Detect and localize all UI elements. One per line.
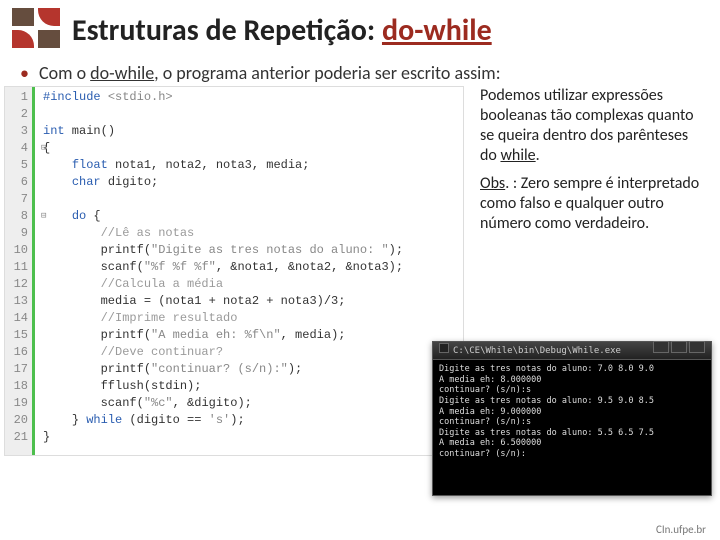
lineno: 5 (5, 157, 28, 174)
lineno: 13 (5, 293, 28, 310)
title-prefix: Estruturas de Repetição: (72, 12, 382, 49)
terminal-window: C:\CE\While\bin\Debug\While.exe Digite a… (432, 341, 712, 496)
code-token: , media); (281, 328, 346, 342)
code-token: printf( (101, 243, 151, 257)
code-token: printf( (101, 328, 151, 342)
code-token: main() (65, 124, 115, 138)
maximize-icon[interactable] (671, 341, 687, 353)
terminal-output: Digite as tres notas do aluno: 7.0 8.0 9… (433, 360, 711, 464)
lineno: 18 (5, 378, 28, 395)
code-token: ); (288, 362, 302, 376)
bullet-suffix: , o programa anterior poderia ser escrit… (154, 62, 500, 84)
lineno: 11 (5, 259, 28, 276)
code-token: //Deve continuar? (101, 345, 223, 359)
code-token: char (72, 175, 101, 189)
bullet-keyword: do-while (90, 62, 154, 84)
code-token: "A media eh: %f\n" (151, 328, 281, 342)
fold-icon: ⊟ (41, 140, 46, 157)
code-token: scanf( (101, 396, 144, 410)
note-keyword: while (500, 146, 535, 165)
lineno: 19 (5, 395, 28, 412)
footer-label: CIn.ufpe.br (656, 523, 706, 536)
code-token: "Digite as tres notas do aluno: " (151, 243, 389, 257)
lineno: 20 (5, 412, 28, 429)
lineno: 8 (5, 208, 28, 225)
code-token: 's' (209, 413, 231, 427)
code-token: "continuar? (s/n):" (151, 362, 288, 376)
code-token: "%c" (144, 396, 173, 410)
bullet-icon: • (20, 62, 29, 84)
terminal-title: C:\CE\While\bin\Debug\While.exe (453, 346, 621, 356)
code-token: <stdio.h> (108, 90, 173, 104)
side-note: Podemos utilizar expressões booleanas tã… (480, 86, 706, 242)
code-body: #include <stdio.h> int main() ⊟ { float n… (33, 87, 407, 455)
code-token: "%f %f %f" (144, 260, 216, 274)
code-token: , &digito); (173, 396, 252, 410)
slide-header: Estruturas de Repetição: do-while (0, 0, 720, 56)
code-editor: 1 2 3 4 5 6 7 8 9 10 11 12 13 14 15 16 1… (4, 86, 464, 456)
lineno: 12 (5, 276, 28, 293)
code-token: float (72, 158, 108, 172)
code-token: nota1, nota2, nota3, media; (108, 158, 310, 172)
app-icon (439, 343, 449, 353)
note-text: . (536, 146, 540, 165)
code-token: scanf( (101, 260, 144, 274)
code-token: do (72, 209, 86, 223)
lineno: 4 (5, 140, 28, 157)
code-token: fflush(stdin); (101, 379, 202, 393)
code-token: { (86, 209, 100, 223)
slide-title: Estruturas de Repetição: do-while (72, 12, 492, 49)
note-text: . : Zero sempre é interpretado como fals… (480, 174, 699, 233)
lineno: 17 (5, 361, 28, 378)
fold-icon: ⊟ (41, 208, 46, 225)
code-token: media = (nota1 + nota2 + nota3)/3; (101, 294, 346, 308)
code-token: //Lê as notas (101, 226, 195, 240)
code-token: //Imprime resultado (101, 311, 238, 325)
note-label: Obs (480, 174, 505, 193)
note-paragraph: Obs. : Zero sempre é interpretado como f… (480, 174, 706, 234)
lineno: 14 (5, 310, 28, 327)
code-token: #include (43, 90, 108, 104)
code-token: int (43, 124, 65, 138)
code-token: printf( (101, 362, 151, 376)
terminal-titlebar: C:\CE\While\bin\Debug\While.exe (433, 342, 711, 360)
lineno: 10 (5, 242, 28, 259)
window-controls (651, 341, 705, 360)
code-gutter: 1 2 3 4 5 6 7 8 9 10 11 12 13 14 15 16 1… (5, 87, 33, 455)
lineno: 7 (5, 191, 28, 208)
content-area: 1 2 3 4 5 6 7 8 9 10 11 12 13 14 15 16 1… (0, 86, 720, 506)
code-token: while (86, 413, 122, 427)
close-icon[interactable] (689, 341, 705, 353)
lineno: 16 (5, 344, 28, 361)
code-token: ); (230, 413, 244, 427)
lineno: 2 (5, 106, 28, 123)
lineno: 21 (5, 429, 28, 446)
title-accent: do-while (382, 12, 492, 49)
logo-icon (12, 8, 64, 52)
bullet-prefix: Com o (39, 62, 90, 84)
code-token: digito; (101, 175, 159, 189)
lineno: 9 (5, 225, 28, 242)
code-token: ); (389, 243, 403, 257)
lineno: 1 (5, 89, 28, 106)
lineno: 6 (5, 174, 28, 191)
bullet-line: • Com o do-while, o programa anterior po… (0, 56, 720, 86)
code-token: //Calcula a média (101, 277, 223, 291)
code-token: (digito == (122, 413, 208, 427)
code-token: } (72, 413, 86, 427)
lineno: 15 (5, 327, 28, 344)
lineno: 3 (5, 123, 28, 140)
minimize-icon[interactable] (653, 341, 669, 353)
code-token: } (43, 430, 50, 444)
note-paragraph: Podemos utilizar expressões booleanas tã… (480, 86, 706, 166)
code-token: , &nota1, &nota2, &nota3); (216, 260, 403, 274)
